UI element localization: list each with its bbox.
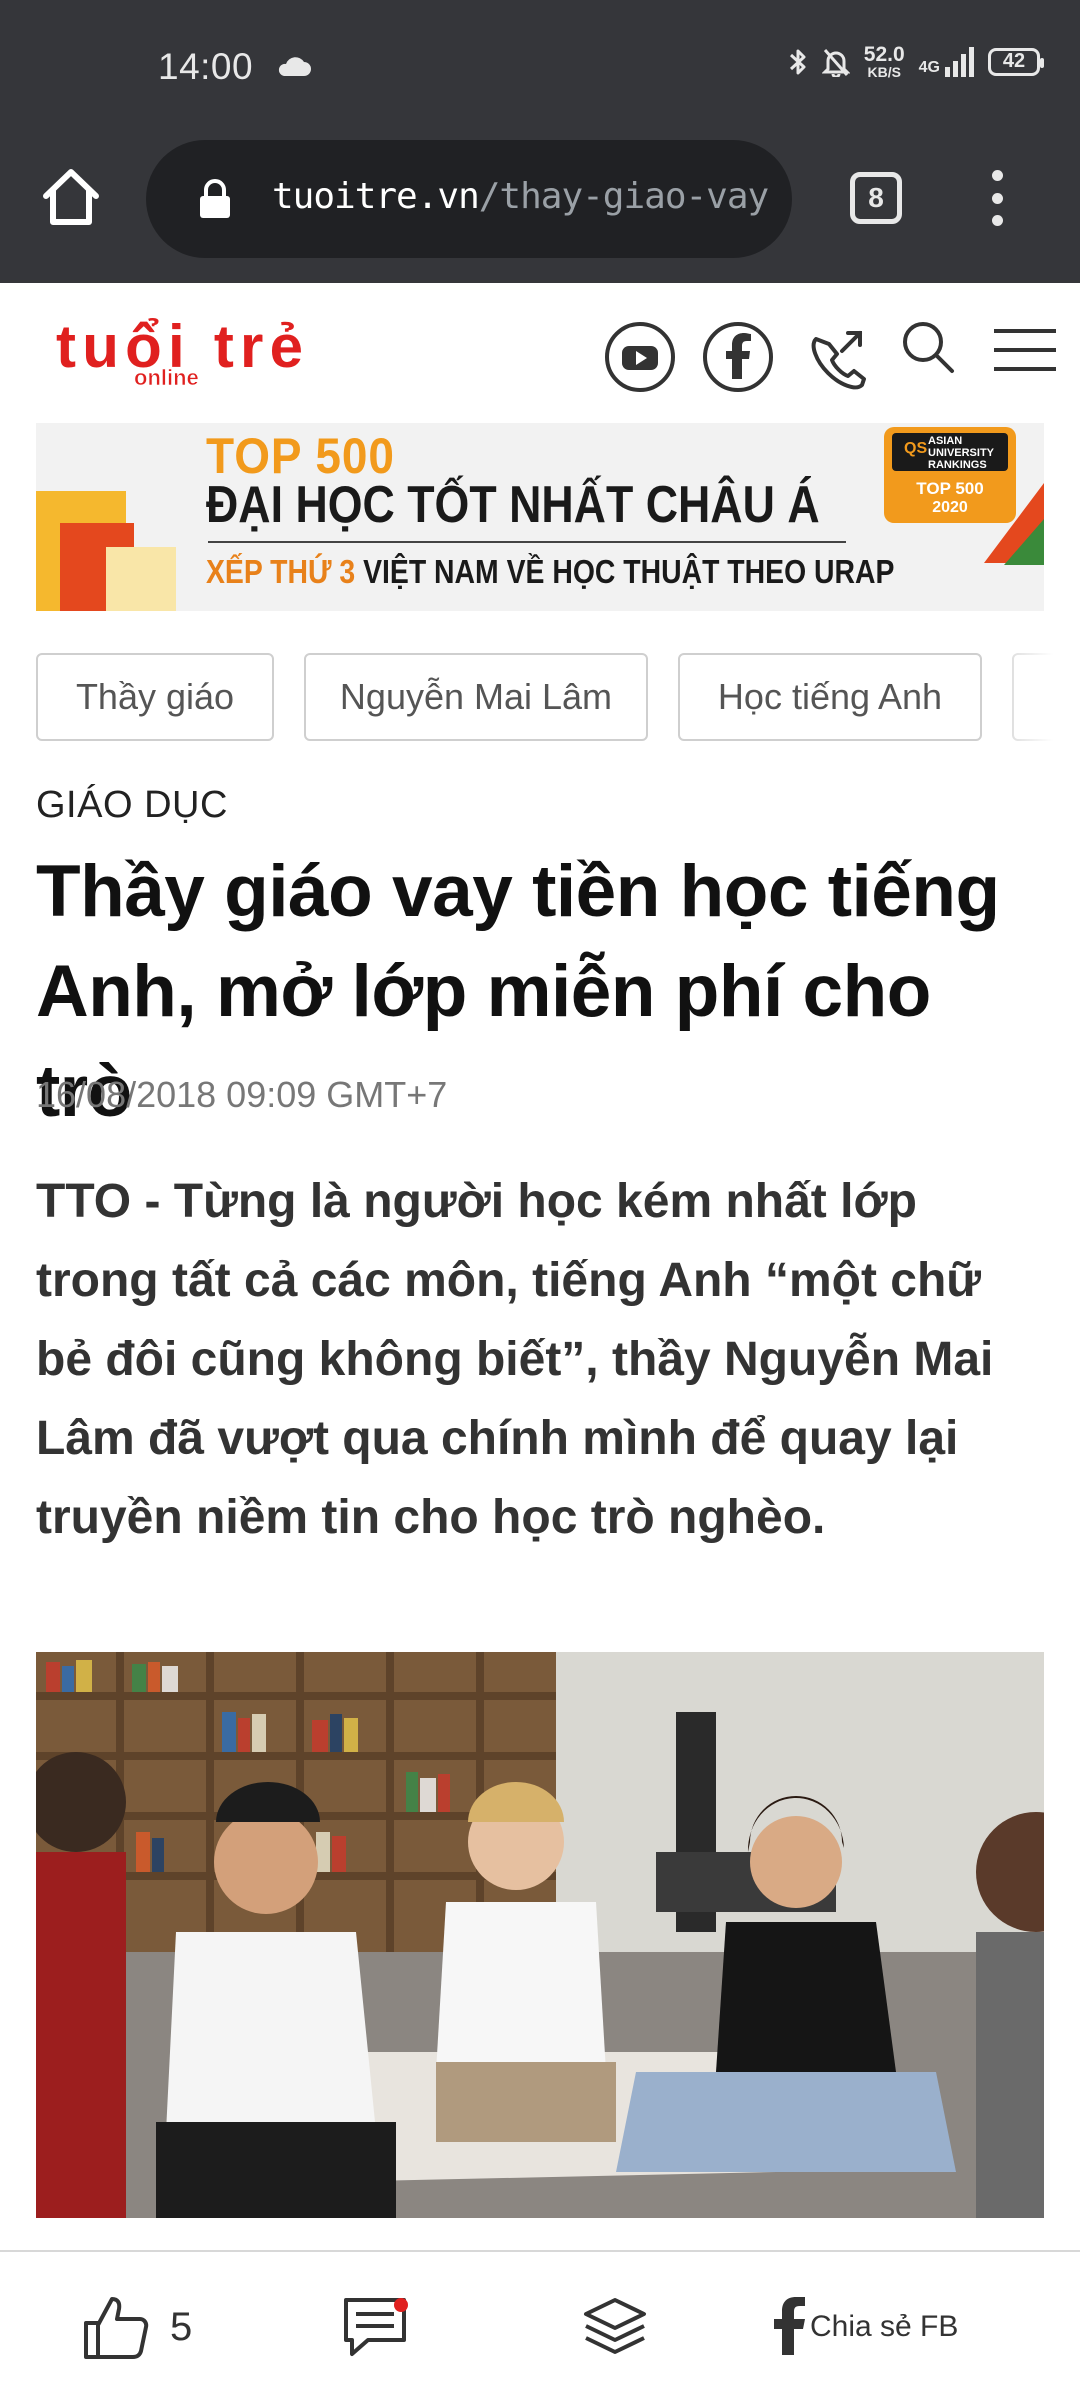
qs-ranking-badge: QS ASIAN UNIVERSITY RANKINGS TOP 500 202…: [884, 427, 1016, 523]
article-lead: TTO - Từng là người học kém nhất lớp tro…: [36, 1175, 994, 1544]
article-photo[interactable]: [36, 1652, 1044, 2218]
tab-switcher-button[interactable]: 8: [850, 172, 902, 224]
network-speed: 52.0 KB/S: [863, 43, 905, 80]
tuoitre-logo[interactable]: tuổi trẻ online: [54, 309, 304, 389]
tag-list: Thầy giáo Nguyễn Mai Lâm Học tiếng Anh: [36, 653, 1080, 741]
qs-badge-header: QS ASIAN UNIVERSITY RANKINGS: [892, 433, 1008, 471]
share-facebook-button[interactable]: Chia sẻ FB: [772, 2252, 958, 2400]
banner-decoration: [1004, 519, 1044, 565]
banner-title: ĐẠI HỌC TỐT NHẤT CHÂU Á: [206, 476, 820, 534]
banner-divider: [208, 541, 846, 543]
browser-chrome: 14:00 52.0 KB/S 4G 42 tuoitre.vn/thay-gi…: [0, 0, 1080, 283]
menu-more-icon[interactable]: [990, 170, 1004, 226]
facebook-f-icon: [774, 2297, 805, 2355]
qs-badge-title: ASIAN UNIVERSITY RANKINGS: [928, 435, 994, 471]
notification-dot: [394, 2298, 408, 2312]
cloud-icon: [278, 57, 311, 76]
layers-icon: [584, 2298, 646, 2354]
site-header: tuổi trẻ online: [0, 283, 1080, 413]
status-time: 14:00: [158, 46, 254, 87]
qs-logo: QS: [904, 440, 928, 457]
search-icon[interactable]: [900, 319, 956, 375]
tags-scroll-fade: [990, 653, 1080, 741]
home-icon[interactable]: [38, 164, 104, 230]
signal-bars-icon: [945, 46, 974, 77]
lock-icon[interactable]: [198, 178, 232, 220]
related-stack-button[interactable]: [582, 2252, 648, 2400]
share-label: Chia sẻ FB: [810, 2310, 959, 2343]
bottom-action-bar: 5 Chia sẻ FB: [0, 2250, 1080, 2400]
qs-badge-year: 2020: [932, 499, 968, 516]
svg-text:online: online: [134, 365, 199, 389]
tag-chip[interactable]: Thầy giáo: [36, 653, 274, 741]
phone-call-icon[interactable]: [804, 321, 868, 393]
signal-indicator: 4G: [918, 46, 974, 77]
like-button[interactable]: 5: [82, 2252, 192, 2400]
banner-subtitle: XẾP THỨ 3 VIỆT NAM VỀ HỌC THUẬT THEO URA…: [206, 553, 895, 590]
qs-badge-rank: TOP 500: [916, 479, 984, 498]
battery-icon: 42: [988, 47, 1044, 76]
network-type: 4G: [918, 58, 940, 76]
article-category[interactable]: GIÁO DỤC: [36, 784, 228, 827]
thumbs-up-icon: [84, 2297, 149, 2359]
article-date: 16/08/2018 09:09 GMT+7: [36, 1074, 448, 1115]
status-icons: 52.0 KB/S 4G 42: [788, 43, 1044, 80]
comment-button[interactable]: [342, 2252, 408, 2400]
url-host: tuoitre.vn: [272, 176, 480, 217]
like-count: 5: [170, 2304, 193, 2349]
bluetooth-icon: [789, 49, 806, 74]
url-text[interactable]: tuoitre.vn/thay-giao-vay: [272, 176, 769, 217]
banner-decoration: [106, 547, 176, 611]
hamburger-menu-icon[interactable]: [994, 329, 1056, 371]
tag-chip[interactable]: Nguyễn Mai Lâm: [304, 653, 648, 741]
article-photo-illustration: [36, 1652, 1044, 2218]
mute-bell-icon: [821, 48, 850, 77]
youtube-icon[interactable]: [604, 321, 676, 393]
url-path: /thay-giao-vay: [478, 176, 769, 217]
facebook-icon[interactable]: [702, 321, 774, 393]
tag-chip[interactable]: Học tiếng Anh: [678, 653, 982, 741]
ad-banner[interactable]: TOP 500 ĐẠI HỌC TỐT NHẤT CHÂU Á XẾP THỨ …: [36, 423, 1044, 611]
address-bar[interactable]: tuoitre.vn/thay-giao-vay: [146, 140, 792, 258]
